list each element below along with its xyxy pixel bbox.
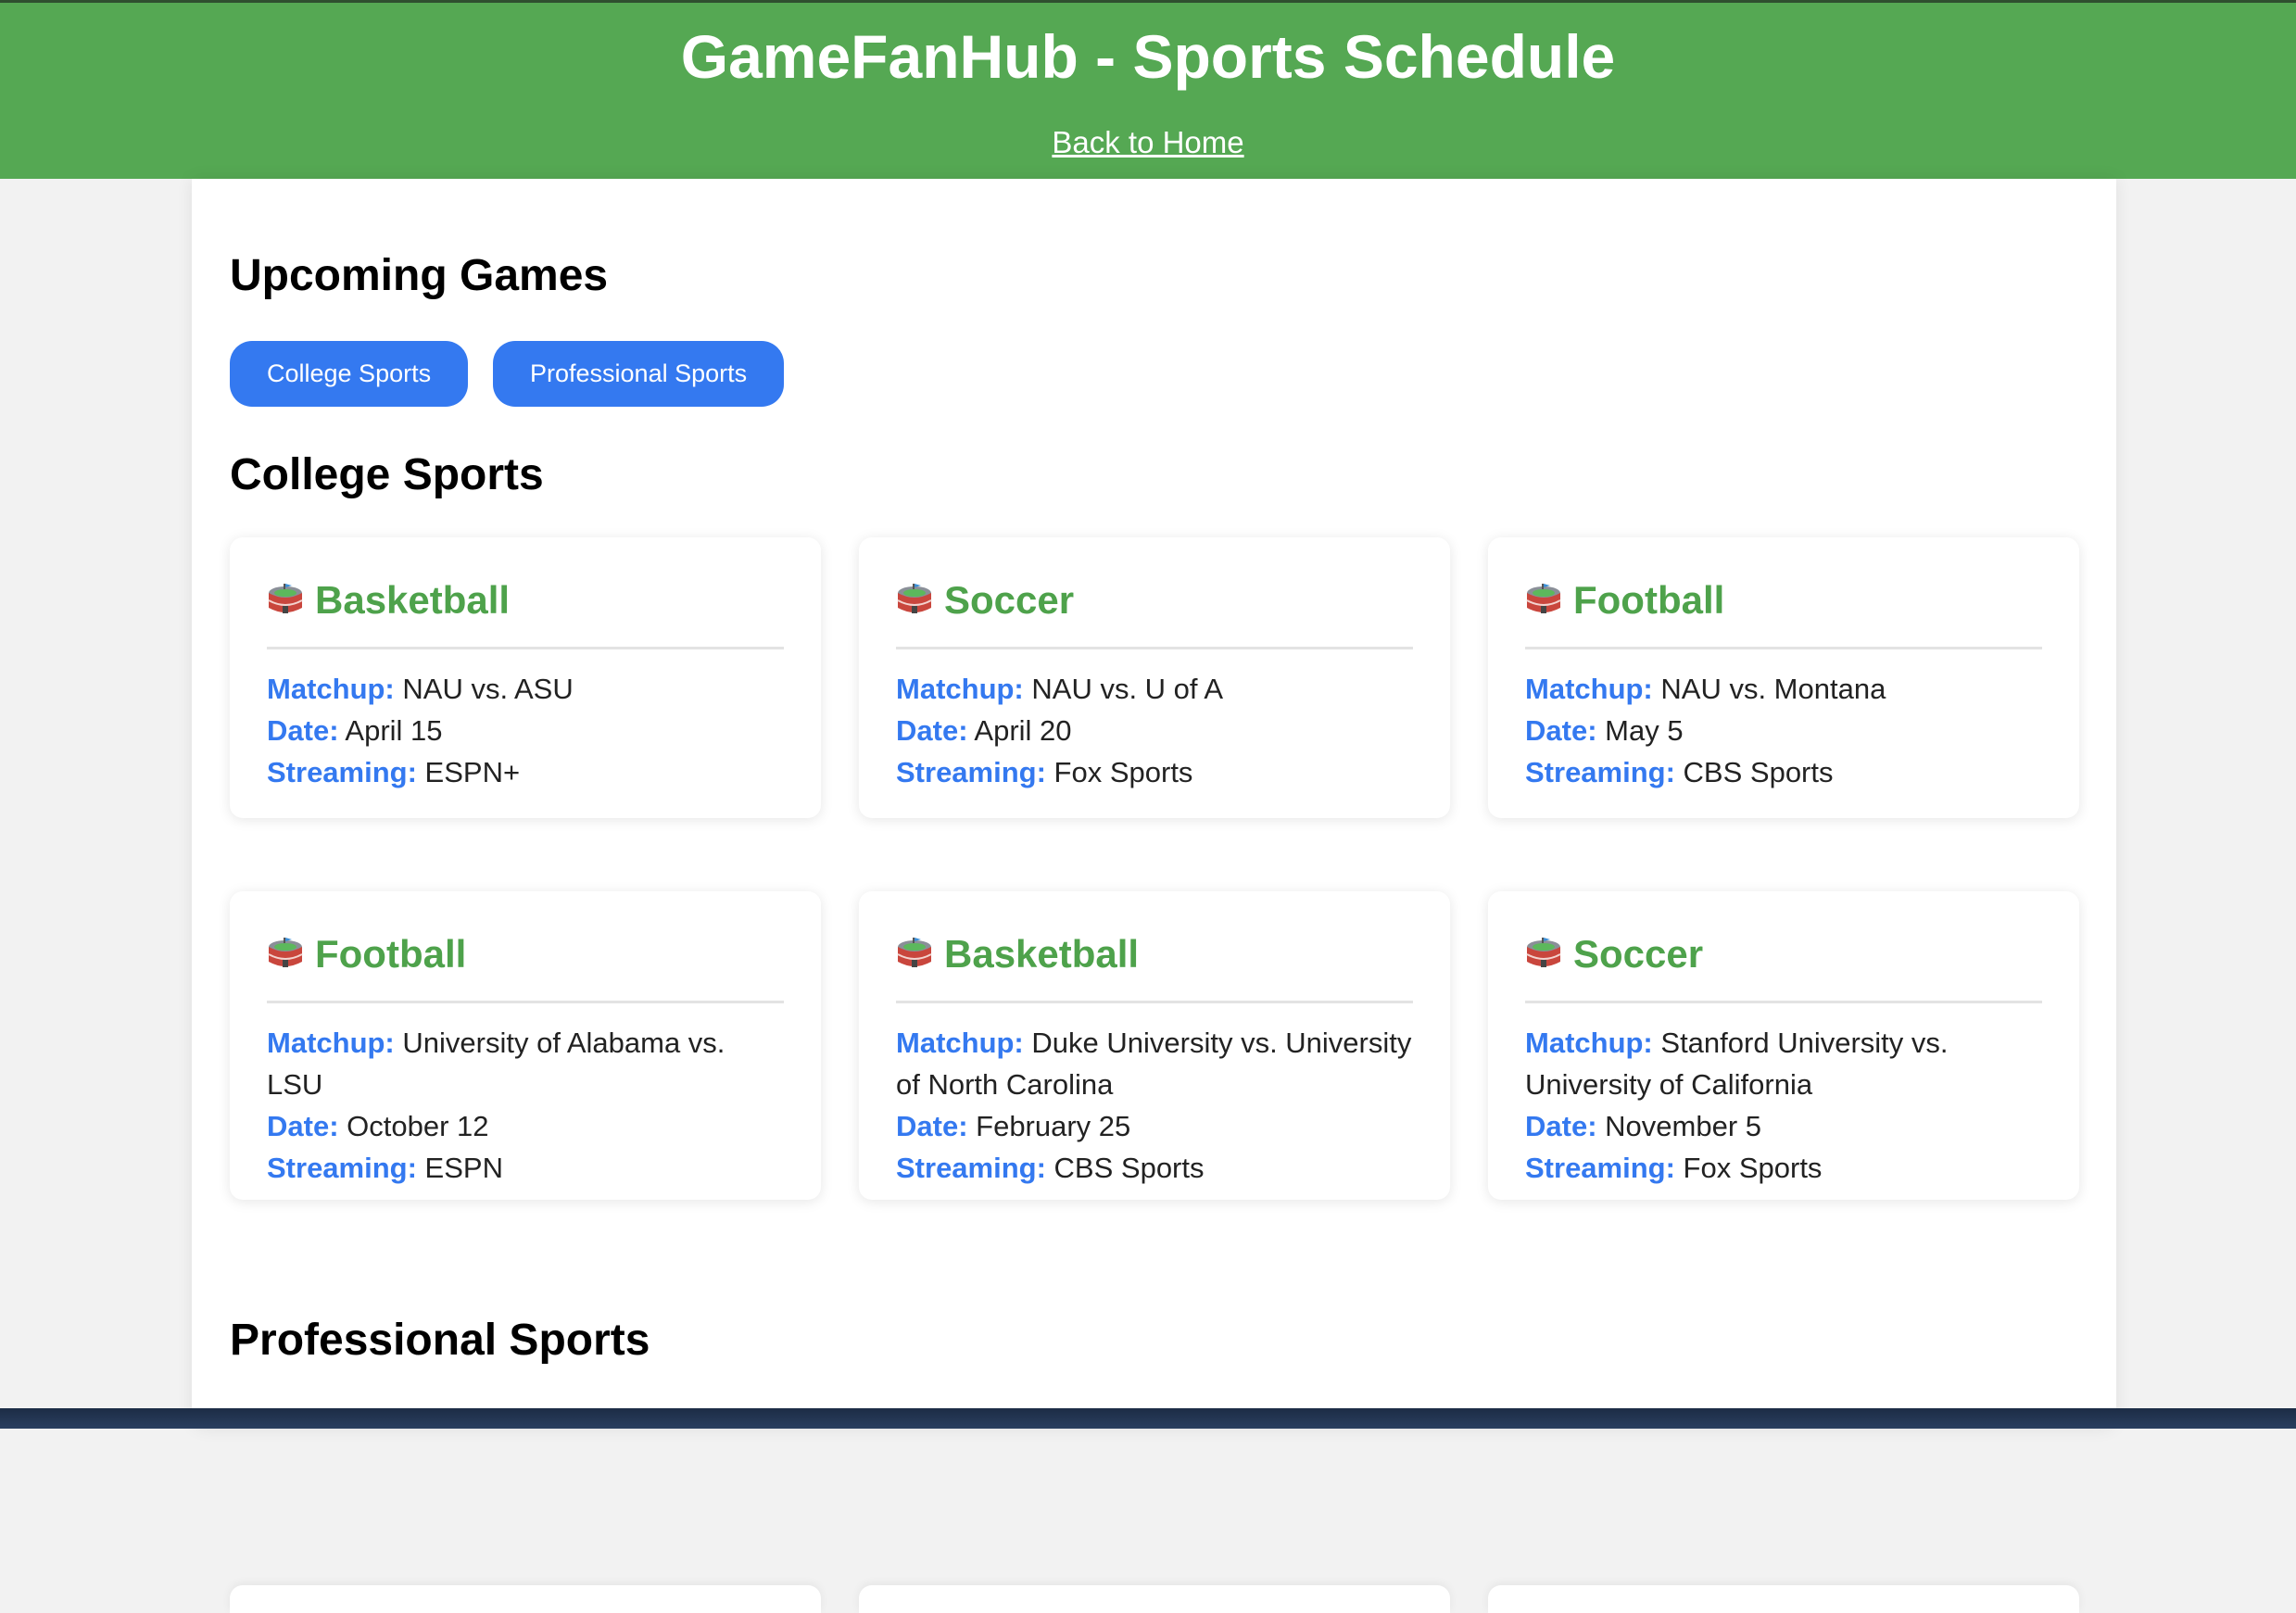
professional-sports-heading: Professional Sports: [230, 1316, 650, 1365]
matchup-value: NAU vs. Montana: [1660, 673, 1886, 705]
date-value: April 20: [974, 714, 1072, 747]
matchup-label: Matchup:: [896, 1027, 1024, 1059]
college-sports-heading: College Sports: [230, 450, 544, 499]
card-details: Matchup: University of Alabama vs. LSU D…: [267, 1022, 784, 1189]
matchup-label: Matchup:: [1525, 1027, 1653, 1059]
stadium-icon: [267, 584, 304, 617]
schedule-container: Upcoming Games College Sports Profession…: [192, 179, 2116, 1613]
upcoming-games-heading: Upcoming Games: [230, 251, 609, 300]
date-row: Date: November 5: [1525, 1105, 2042, 1147]
matchup-row: Matchup: Duke University vs. University …: [896, 1022, 1413, 1105]
matchup-label: Matchup:: [1525, 673, 1653, 705]
matchup-row: Matchup: NAU vs. U of A: [896, 668, 1413, 710]
professional-game-card: [230, 1585, 821, 1613]
game-card: Football Matchup: NAU vs. Montana Date: …: [1488, 537, 2079, 818]
card-header: Basketball: [267, 574, 784, 649]
streaming-label: Streaming:: [267, 1152, 417, 1184]
card-details: Matchup: NAU vs. U of A Date: April 20 S…: [896, 668, 1413, 793]
date-label: Date:: [267, 714, 339, 747]
streaming-value: Fox Sports: [1053, 756, 1193, 788]
card-header: Soccer: [896, 574, 1413, 649]
streaming-row: Streaming: CBS Sports: [896, 1147, 1413, 1189]
stadium-icon: [1525, 938, 1562, 971]
matchup-row: Matchup: University of Alabama vs. LSU: [267, 1022, 784, 1105]
date-label: Date:: [1525, 714, 1597, 747]
card-details: Matchup: NAU vs. Montana Date: May 5 Str…: [1525, 668, 2042, 793]
matchup-value: NAU vs. ASU: [402, 673, 574, 705]
sport-name: Basketball: [944, 932, 1140, 976]
streaming-label: Streaming:: [267, 756, 417, 788]
streaming-value: ESPN: [424, 1152, 503, 1184]
sport-name: Basketball: [315, 578, 511, 622]
streaming-row: Streaming: ESPN+: [267, 751, 784, 793]
page-title: GameFanHub - Sports Schedule: [680, 22, 1616, 91]
college-sports-filter-button[interactable]: College Sports: [230, 341, 469, 407]
streaming-label: Streaming:: [896, 1152, 1046, 1184]
date-value: April 15: [345, 714, 443, 747]
stadium-icon: [896, 938, 933, 971]
matchup-label: Matchup:: [896, 673, 1024, 705]
date-row: Date: February 25: [896, 1105, 1413, 1147]
streaming-label: Streaming:: [1525, 1152, 1675, 1184]
streaming-label: Streaming:: [1525, 756, 1675, 788]
date-label: Date:: [896, 714, 968, 747]
matchup-value: NAU vs. U of A: [1031, 673, 1224, 705]
date-value: February 25: [976, 1110, 1131, 1142]
stadium-icon: [896, 584, 933, 617]
date-row: Date: April 20: [896, 710, 1413, 751]
date-row: Date: October 12: [267, 1105, 784, 1147]
professional-sports-filter-button[interactable]: Professional Sports: [493, 341, 785, 407]
streaming-value: Fox Sports: [1683, 1152, 1823, 1184]
matchup-label: Matchup:: [267, 673, 395, 705]
streaming-row: Streaming: CBS Sports: [1525, 751, 2042, 793]
date-value: May 5: [1605, 714, 1684, 747]
card-header: Football: [267, 928, 784, 1003]
date-value: October 12: [347, 1110, 489, 1142]
card-header: Football: [1525, 574, 2042, 649]
site-header: GameFanHub - Sports Schedule Back to Hom…: [0, 0, 2296, 179]
game-card: Basketball Matchup: Duke University vs. …: [859, 891, 1450, 1200]
date-label: Date:: [1525, 1110, 1597, 1142]
professional-game-card: [1488, 1585, 2079, 1613]
sport-name: Football: [315, 932, 467, 976]
professional-game-card: [859, 1585, 1450, 1613]
game-card: Basketball Matchup: NAU vs. ASU Date: Ap…: [230, 537, 821, 818]
date-value: November 5: [1605, 1110, 1761, 1142]
matchup-row: Matchup: NAU vs. ASU: [267, 668, 784, 710]
card-details: Matchup: Duke University vs. University …: [896, 1022, 1413, 1189]
streaming-label: Streaming:: [896, 756, 1046, 788]
window-bottom-edge: [0, 1408, 2296, 1429]
card-details: Matchup: NAU vs. ASU Date: April 15 Stre…: [267, 668, 784, 793]
streaming-value: CBS Sports: [1683, 756, 1834, 788]
sport-name: Soccer: [1573, 932, 1704, 976]
sport-name: Football: [1573, 578, 1725, 622]
matchup-row: Matchup: NAU vs. Montana: [1525, 668, 2042, 710]
card-header: Soccer: [1525, 928, 2042, 1003]
game-card: Soccer Matchup: NAU vs. U of A Date: Apr…: [859, 537, 1450, 818]
date-row: Date: April 15: [267, 710, 784, 751]
sport-name: Soccer: [944, 578, 1075, 622]
streaming-value: CBS Sports: [1053, 1152, 1205, 1184]
game-card: Soccer Matchup: Stanford University vs. …: [1488, 891, 2079, 1200]
streaming-row: Streaming: ESPN: [267, 1147, 784, 1189]
date-label: Date:: [896, 1110, 968, 1142]
streaming-row: Streaming: Fox Sports: [896, 751, 1413, 793]
streaming-value: ESPN+: [424, 756, 521, 788]
matchup-row: Matchup: Stanford University vs. Univers…: [1525, 1022, 2042, 1105]
date-row: Date: May 5: [1525, 710, 2042, 751]
card-details: Matchup: Stanford University vs. Univers…: [1525, 1022, 2042, 1189]
game-card: Football Matchup: University of Alabama …: [230, 891, 821, 1200]
streaming-row: Streaming: Fox Sports: [1525, 1147, 2042, 1189]
stadium-icon: [267, 938, 304, 971]
card-header: Basketball: [896, 928, 1413, 1003]
matchup-label: Matchup:: [267, 1027, 395, 1059]
back-to-home-link[interactable]: Back to Home: [1052, 125, 1243, 160]
stadium-icon: [1525, 584, 1562, 617]
date-label: Date:: [267, 1110, 339, 1142]
